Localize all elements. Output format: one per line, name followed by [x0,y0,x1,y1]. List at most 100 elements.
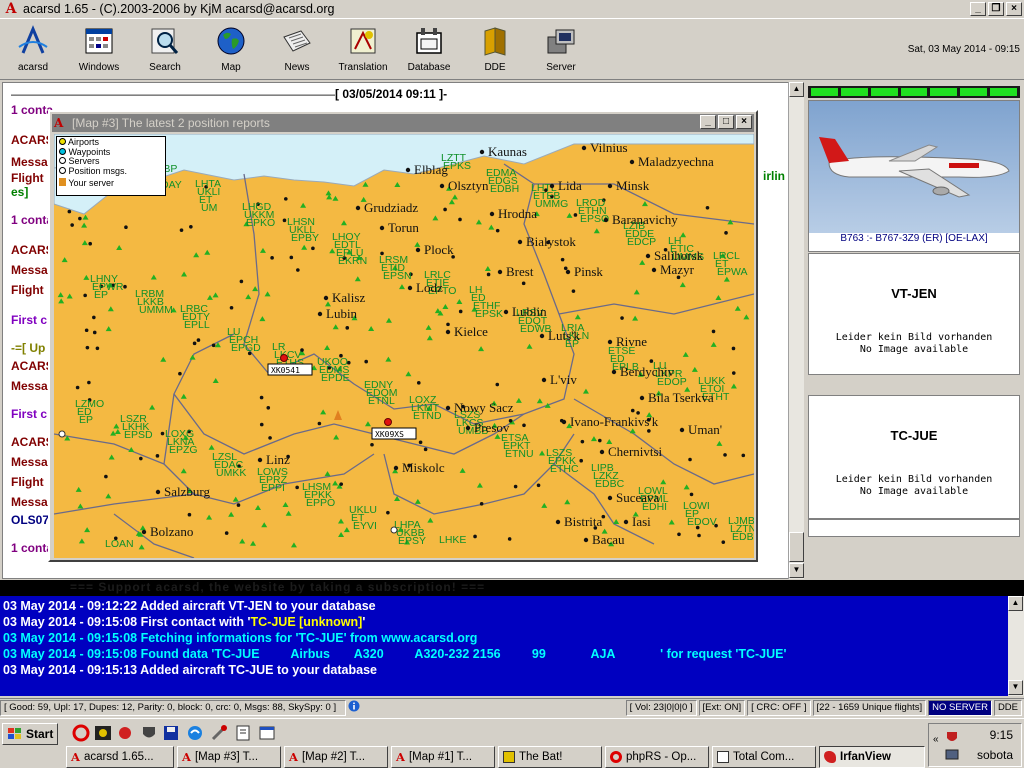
toolbar-map-button[interactable]: Map [198,20,264,78]
position-marker [280,354,288,362]
event-log-scrollbar[interactable]: ▲ ▼ [1008,596,1024,696]
minimize-button[interactable]: _ [700,115,716,129]
airport-marker [345,326,350,330]
airport-marker [677,532,681,537]
toolbar-news-button[interactable]: News [264,20,330,78]
airport-marker [522,423,526,428]
quicklaunch-bat-icon[interactable] [94,724,112,742]
close-button[interactable]: × [736,115,752,129]
airport-marker [67,209,72,214]
airport-marker [295,485,299,490]
quicklaunch-bug-icon[interactable] [116,724,134,742]
airport-marker [579,458,583,463]
event-line: 03 May 2014 - 09:15:08 Fetching informat… [3,631,478,645]
city-label: Plock [424,242,454,257]
city-label: Lodz [416,280,443,295]
task-map-2[interactable]: A [Map #2] T... [284,746,388,768]
map-drawing[interactable]: EYKAUMEKRNEPSKEPLBEPUMKKEYVIEDBHEDCPEPEP… [54,134,754,558]
map-code-label: LOWI [683,500,710,512]
airport-marker [423,447,428,452]
map-legend: Airports Waypoints Servers Position msgs… [56,136,166,196]
task-total-commander[interactable]: Total Com... [712,746,816,768]
task-irfanview[interactable]: IrfanView [819,746,925,768]
city-dot [611,369,617,375]
scroll-thumb[interactable] [789,532,804,562]
restore-button[interactable]: ❐ [988,2,1004,16]
server-marker [58,430,66,438]
map-code-label: LOWS [257,466,288,478]
quicklaunch-notes-icon[interactable] [234,724,252,742]
toolbar-windows-button[interactable]: Windows [66,20,132,78]
scroll-up-button[interactable]: ▲ [1008,596,1023,611]
airport-marker [458,309,463,314]
map-code-label: LHOY [332,231,361,243]
close-button[interactable]: × [1006,2,1022,16]
legend-item: Position msgs. [59,166,163,177]
info-icon[interactable] [348,700,362,716]
toolbar-acarsd-button[interactable]: acarsd [0,20,66,78]
quicklaunch-disk-icon[interactable] [162,724,180,742]
city-dot [257,457,263,463]
quicklaunch-shield-icon[interactable] [140,724,158,742]
task-acarsd[interactable]: Aacarsd 1.65... [66,746,174,768]
toolbar-database-button[interactable]: Database [396,20,462,78]
city-dot [629,159,635,165]
airport-marker [104,474,108,479]
tray-monitor-icon[interactable] [945,748,959,762]
aircraft-card-3[interactable]: TC-JUE Leider kein Bild vorhanden No Ima… [808,395,1020,519]
task-phprs[interactable]: phpRS - Op... [605,746,709,768]
aircraft-card-1[interactable]: B763 :- B767-3Z9 (ER) [OE-LAX] [808,100,1020,252]
city-label: Bila Tserkva [648,390,714,405]
map-canvas[interactable]: EYKAUMEKRNEPSKEPLBEPUMKKEYVIEDBHEDCPEPEP… [54,134,754,558]
aircraft-caption: B763 :- B767-3Z9 (ER) [OE-LAX] [840,233,988,244]
task-the-bat[interactable]: The Bat! [498,746,602,768]
toolbar-label: Map [221,62,241,73]
city-label: Salihorsk [654,248,704,263]
city-dot [479,149,485,155]
quicklaunch-opera-icon[interactable] [72,724,90,742]
city-dot [555,519,561,525]
city-label: L'viv [550,372,577,387]
airport-marker [160,431,165,436]
event-log[interactable]: 03 May 2014 - 09:12:22 Added aircraft VT… [0,596,1008,696]
log-row: es] [11,185,29,199]
airport-marker [620,316,624,320]
airport-marker [187,512,192,517]
globe-icon [214,24,248,58]
airport-marker [236,503,241,507]
quicklaunch-tools-icon[interactable] [210,724,228,742]
quicklaunch-sync-icon[interactable] [186,724,204,742]
log-scrollbar[interactable]: ▲ ▼ [788,82,804,579]
tray-clock[interactable]: 9:15 [990,728,1013,742]
toolbar-server-button[interactable]: Server [528,20,594,78]
airport-marker [446,322,450,327]
toolbar-label: Server [546,62,576,73]
event-line: 03 May 2014 - 09:15:08 Found data 'TC-JU… [3,647,787,661]
scroll-down-button[interactable]: ▼ [789,563,804,578]
task-map-1[interactable]: A [Map #1] T... [391,746,495,768]
map-window[interactable]: A [Map #3] The latest 2 position reports… [48,110,758,562]
toolbar-dde-button[interactable]: DDE [462,20,528,78]
city-dot [607,495,613,501]
aircraft-card-4[interactable] [808,519,1020,537]
scroll-up-button[interactable]: ▲ [789,82,804,97]
tray-shield-icon[interactable] [945,730,959,744]
quicklaunch-window-icon[interactable] [258,724,276,742]
log-row: Flight [11,283,44,297]
tray-arrow-icon[interactable]: « [933,734,939,745]
start-button[interactable]: Start [2,723,58,745]
airport-marker [83,293,87,298]
map-title-bar[interactable]: A [Map #3] The latest 2 position reports… [52,114,754,132]
city-dot [445,329,451,335]
task-map-3[interactable]: A [Map #3] T... [177,746,281,768]
city-dot [415,247,421,253]
airport-marker [688,457,692,462]
city-label: Bistrita [564,514,603,529]
scroll-down-button[interactable]: ▼ [1008,680,1023,695]
minimize-button[interactable]: _ [970,2,986,16]
aircraft-card-2[interactable]: VT-JEN Leider kein Bild vorhanden No Ima… [808,253,1020,375]
toolbar-translation-button[interactable]: Translation [330,20,396,78]
maximize-button[interactable]: □ [718,115,734,129]
airport-marker [416,381,421,385]
toolbar-search-button[interactable]: Search [132,20,198,78]
